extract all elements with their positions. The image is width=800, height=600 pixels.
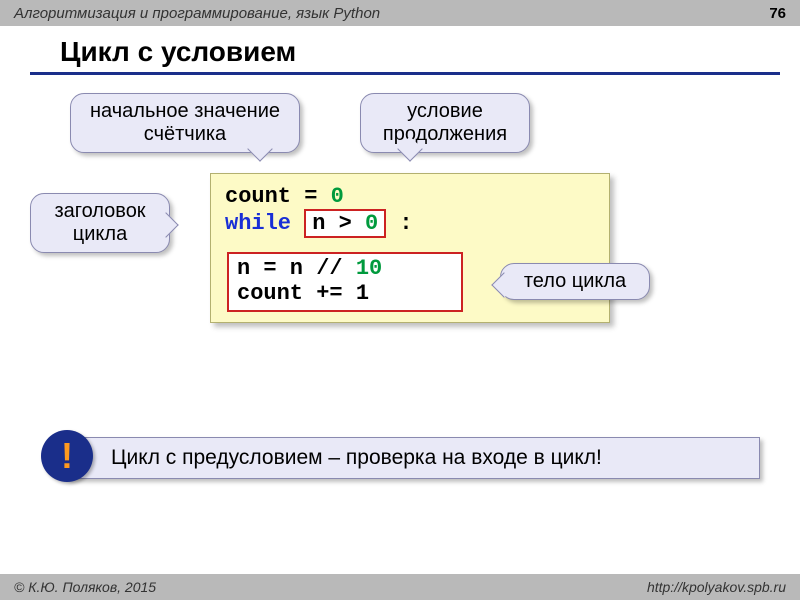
copyright: © К.Ю. Поляков, 2015 [14, 579, 156, 595]
callout-tail [153, 212, 178, 237]
code-line-4: count += 1 [237, 281, 453, 306]
code-keyword: while [225, 211, 304, 236]
slide-title: Цикл с условием [30, 26, 780, 75]
callout-initial: начальное значение счётчика [70, 93, 300, 153]
page-number: 76 [769, 5, 786, 22]
callout-body-text: тело цикла [524, 270, 626, 292]
code-line-2: while n > 0 : [225, 209, 595, 238]
diagram-area: начальное значение счётчика условие прод… [40, 101, 760, 421]
condition-box: n > 0 [304, 209, 386, 238]
exclamation-badge: ! [41, 430, 93, 482]
exclamation-icon: ! [61, 435, 73, 477]
callout-body: тело цикла [500, 263, 650, 300]
course-subject: Алгоритмизация и программирование, язык … [14, 5, 380, 22]
code-block: count = 0 while n > 0 : n = n // 10 coun… [210, 173, 610, 323]
code-text: count = [225, 184, 331, 209]
code-line-1: count = 0 [225, 184, 595, 209]
note-text: Цикл с предусловием – проверка на входе … [111, 446, 602, 469]
code-number: 0 [365, 211, 378, 236]
code-text: n > [312, 211, 365, 236]
callout-condition-text: условие продолжения [383, 100, 507, 145]
code-text: n = n // [237, 256, 356, 281]
loop-body-box: n = n // 10 count += 1 [227, 252, 463, 312]
slide-footer: © К.Ю. Поляков, 2015 http://kpolyakov.sp… [0, 574, 800, 600]
callout-head-text: заголовок цикла [54, 200, 145, 245]
callout-condition: условие продолжения [360, 93, 530, 153]
slide-header: Алгоритмизация и программирование, язык … [0, 0, 800, 26]
code-text: : [386, 211, 412, 236]
note-box: ! Цикл с предусловием – проверка на вход… [66, 437, 760, 479]
code-line-3: n = n // 10 [237, 256, 453, 281]
footer-url: http://kpolyakov.spb.ru [647, 579, 786, 595]
callout-initial-text: начальное значение счётчика [90, 100, 280, 145]
code-number: 10 [356, 256, 382, 281]
callout-head: заголовок цикла [30, 193, 170, 253]
callout-tail [247, 136, 272, 161]
code-number: 0 [331, 184, 344, 209]
